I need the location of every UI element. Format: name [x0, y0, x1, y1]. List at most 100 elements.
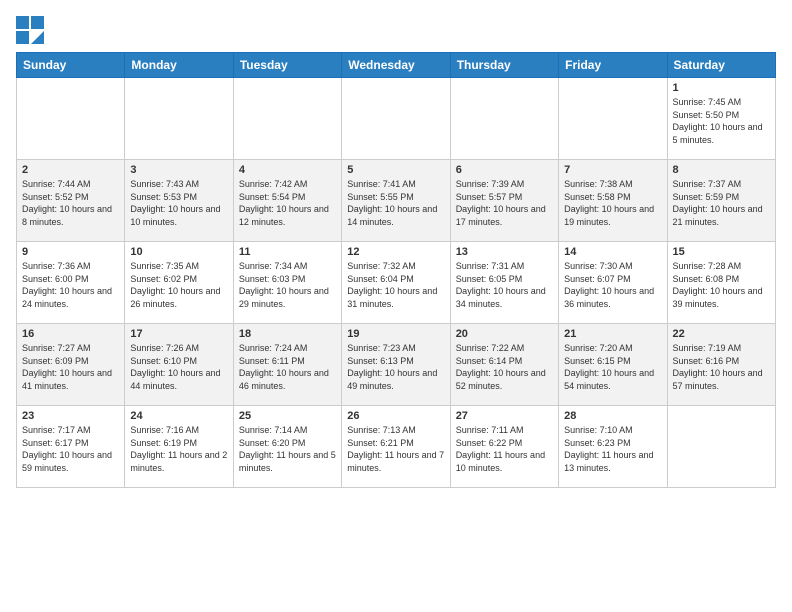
calendar-cell: 4 Sunrise: 7:42 AMSunset: 5:54 PMDaylight…	[233, 160, 341, 242]
day-info: Sunrise: 7:26 AMSunset: 6:10 PMDaylight:…	[130, 342, 227, 392]
calendar-cell: 19 Sunrise: 7:23 AMSunset: 6:13 PMDayligh…	[342, 324, 450, 406]
day-number: 4	[239, 164, 336, 176]
day-info: Sunrise: 7:30 AMSunset: 6:07 PMDaylight:…	[564, 260, 661, 310]
day-info: Sunrise: 7:20 AMSunset: 6:15 PMDaylight:…	[564, 342, 661, 392]
day-number: 21	[564, 328, 661, 340]
day-info: Sunrise: 7:13 AMSunset: 6:21 PMDaylight:…	[347, 424, 444, 474]
calendar-cell: 15Sunrise: 7:28 AMSunset: 6:08 PMDayligh…	[667, 242, 775, 324]
calendar-cell: 10 Sunrise: 7:35 AMSunset: 6:02 PMDayligh…	[125, 242, 233, 324]
day-number: 22	[673, 328, 770, 340]
calendar-week-4: 16 Sunrise: 7:27 AMSunset: 6:09 PMDayligh…	[17, 324, 776, 406]
day-info: Sunrise: 7:45 AMSunset: 5:50 PMDaylight:…	[673, 96, 770, 146]
day-number: 1	[673, 82, 770, 94]
day-info: Sunrise: 7:19 AMSunset: 6:16 PMDaylight:…	[673, 342, 770, 392]
day-info: Sunrise: 7:35 AMSunset: 6:02 PMDaylight:…	[130, 260, 227, 310]
calendar-cell: 27 Sunrise: 7:11 AMSunset: 6:22 PMDayligh…	[450, 406, 558, 488]
day-number: 5	[347, 164, 444, 176]
calendar-cell: 3 Sunrise: 7:43 AMSunset: 5:53 PMDaylight…	[125, 160, 233, 242]
calendar-cell: 5 Sunrise: 7:41 AMSunset: 5:55 PMDaylight…	[342, 160, 450, 242]
day-info: Sunrise: 7:22 AMSunset: 6:14 PMDaylight:…	[456, 342, 553, 392]
calendar-cell: 8 Sunrise: 7:37 AMSunset: 5:59 PMDaylight…	[667, 160, 775, 242]
day-number: 20	[456, 328, 553, 340]
day-info: Sunrise: 7:10 AMSunset: 6:23 PMDaylight:…	[564, 424, 661, 474]
calendar-cell: 25 Sunrise: 7:14 AMSunset: 6:20 PMDayligh…	[233, 406, 341, 488]
calendar-cell: 12 Sunrise: 7:32 AMSunset: 6:04 PMDayligh…	[342, 242, 450, 324]
calendar-cell	[667, 406, 775, 488]
calendar-week-3: 9Sunrise: 7:36 AMSunset: 6:00 PMDaylight…	[17, 242, 776, 324]
day-number: 16	[22, 328, 119, 340]
day-info: Sunrise: 7:39 AMSunset: 5:57 PMDaylight:…	[456, 178, 553, 228]
day-number: 27	[456, 410, 553, 422]
day-number: 23	[22, 410, 119, 422]
day-number: 24	[130, 410, 227, 422]
calendar-cell: 18 Sunrise: 7:24 AMSunset: 6:11 PMDayligh…	[233, 324, 341, 406]
day-info: Sunrise: 7:34 AMSunset: 6:03 PMDaylight:…	[239, 260, 336, 310]
day-info: Sunrise: 7:16 AMSunset: 6:19 PMDaylight:…	[130, 424, 227, 474]
day-info: Sunrise: 7:27 AMSunset: 6:09 PMDaylight:…	[22, 342, 119, 392]
day-number: 3	[130, 164, 227, 176]
calendar-cell	[125, 78, 233, 160]
calendar-cell: 1 Sunrise: 7:45 AMSunset: 5:50 PMDaylight…	[667, 78, 775, 160]
calendar-cell: 20 Sunrise: 7:22 AMSunset: 6:14 PMDayligh…	[450, 324, 558, 406]
day-number: 13	[456, 246, 553, 258]
calendar-cell: 6 Sunrise: 7:39 AMSunset: 5:57 PMDaylight…	[450, 160, 558, 242]
weekday-header-monday: Monday	[125, 53, 233, 78]
calendar-cell: 2Sunrise: 7:44 AMSunset: 5:52 PMDaylight…	[17, 160, 125, 242]
day-number: 18	[239, 328, 336, 340]
calendar-cell: 16 Sunrise: 7:27 AMSunset: 6:09 PMDayligh…	[17, 324, 125, 406]
day-number: 7	[564, 164, 661, 176]
day-number: 19	[347, 328, 444, 340]
weekday-header-wednesday: Wednesday	[342, 53, 450, 78]
day-number: 6	[456, 164, 553, 176]
weekday-header-saturday: Saturday	[667, 53, 775, 78]
calendar-cell	[17, 78, 125, 160]
day-info: Sunrise: 7:17 AMSunset: 6:17 PMDaylight:…	[22, 424, 119, 474]
day-number: 17	[130, 328, 227, 340]
day-info: Sunrise: 7:37 AMSunset: 5:59 PMDaylight:…	[673, 178, 770, 228]
day-number: 2	[22, 164, 119, 176]
calendar-cell	[559, 78, 667, 160]
logo	[16, 16, 48, 44]
day-info: Sunrise: 7:32 AMSunset: 6:04 PMDaylight:…	[347, 260, 444, 310]
calendar-cell: 26 Sunrise: 7:13 AMSunset: 6:21 PMDayligh…	[342, 406, 450, 488]
calendar-cell	[342, 78, 450, 160]
day-number: 25	[239, 410, 336, 422]
calendar-cell: 28 Sunrise: 7:10 AMSunset: 6:23 PMDayligh…	[559, 406, 667, 488]
day-info: Sunrise: 7:11 AMSunset: 6:22 PMDaylight:…	[456, 424, 553, 474]
calendar-cell: 7 Sunrise: 7:38 AMSunset: 5:58 PMDaylight…	[559, 160, 667, 242]
day-number: 15	[673, 246, 770, 258]
calendar-cell: 14 Sunrise: 7:30 AMSunset: 6:07 PMDayligh…	[559, 242, 667, 324]
calendar-week-2: 2Sunrise: 7:44 AMSunset: 5:52 PMDaylight…	[17, 160, 776, 242]
day-info: Sunrise: 7:42 AMSunset: 5:54 PMDaylight:…	[239, 178, 336, 228]
calendar-cell: 22 Sunrise: 7:19 AMSunset: 6:16 PMDayligh…	[667, 324, 775, 406]
calendar-cell	[233, 78, 341, 160]
page-header	[16, 16, 776, 44]
day-number: 10	[130, 246, 227, 258]
calendar-cell: 13 Sunrise: 7:31 AMSunset: 6:05 PMDayligh…	[450, 242, 558, 324]
calendar-cell: 23 Sunrise: 7:17 AMSunset: 6:17 PMDayligh…	[17, 406, 125, 488]
day-info: Sunrise: 7:41 AMSunset: 5:55 PMDaylight:…	[347, 178, 444, 228]
day-number: 8	[673, 164, 770, 176]
calendar-cell: 21 Sunrise: 7:20 AMSunset: 6:15 PMDayligh…	[559, 324, 667, 406]
day-info: Sunrise: 7:14 AMSunset: 6:20 PMDaylight:…	[239, 424, 336, 474]
day-info: Sunrise: 7:38 AMSunset: 5:58 PMDaylight:…	[564, 178, 661, 228]
day-number: 12	[347, 246, 444, 258]
weekday-header-thursday: Thursday	[450, 53, 558, 78]
day-info: Sunrise: 7:23 AMSunset: 6:13 PMDaylight:…	[347, 342, 444, 392]
calendar-table: SundayMondayTuesdayWednesdayThursdayFrid…	[16, 52, 776, 488]
day-info: Sunrise: 7:36 AMSunset: 6:00 PMDaylight:…	[22, 260, 119, 310]
logo-icon	[16, 16, 44, 44]
day-info: Sunrise: 7:24 AMSunset: 6:11 PMDaylight:…	[239, 342, 336, 392]
calendar-cell	[450, 78, 558, 160]
day-info: Sunrise: 7:43 AMSunset: 5:53 PMDaylight:…	[130, 178, 227, 228]
weekday-header-sunday: Sunday	[17, 53, 125, 78]
day-number: 14	[564, 246, 661, 258]
day-number: 11	[239, 246, 336, 258]
calendar-week-1: 1 Sunrise: 7:45 AMSunset: 5:50 PMDaylight…	[17, 78, 776, 160]
weekday-header-row: SundayMondayTuesdayWednesdayThursdayFrid…	[17, 53, 776, 78]
calendar-cell: 9Sunrise: 7:36 AMSunset: 6:00 PMDaylight…	[17, 242, 125, 324]
weekday-header-tuesday: Tuesday	[233, 53, 341, 78]
day-info: Sunrise: 7:31 AMSunset: 6:05 PMDaylight:…	[456, 260, 553, 310]
day-number: 26	[347, 410, 444, 422]
day-number: 28	[564, 410, 661, 422]
